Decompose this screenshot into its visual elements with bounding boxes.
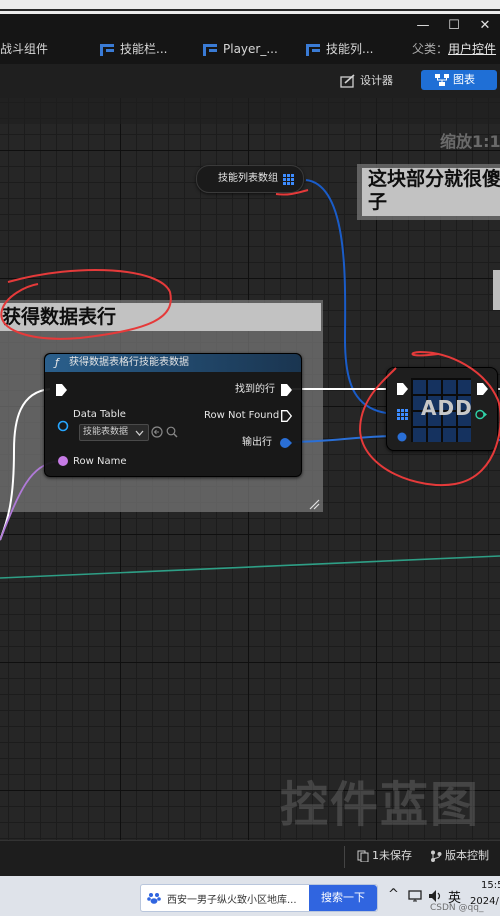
- search-news-text: 西安一男子纵火致小区地库...: [167, 895, 297, 906]
- speaker-icon[interactable]: [428, 889, 442, 903]
- red-annotation-underline: [275, 189, 309, 196]
- chevron-up-icon[interactable]: ^: [388, 887, 399, 902]
- csdn-watermark: CSDN @qq_: [430, 903, 484, 913]
- unsaved-button[interactable]: 1未保存: [357, 849, 412, 863]
- clock-time[interactable]: 15:5: [481, 880, 500, 891]
- source-control-icon: [431, 850, 442, 862]
- unsaved-files-icon: [357, 850, 369, 863]
- taskbar-search-box[interactable]: 西安一男子纵火致小区地库... 搜索一下: [140, 884, 378, 912]
- network-icon[interactable]: [408, 890, 422, 902]
- source-control-button[interactable]: 版本控制: [430, 849, 489, 863]
- search-submit-button[interactable]: 搜索一下: [309, 885, 377, 911]
- red-annotation-circle-left: [0, 268, 172, 340]
- source-control-label: 版本控制: [445, 849, 489, 862]
- annotation-layer: [0, 189, 500, 486]
- status-bar: [0, 840, 500, 877]
- paw-icon: [147, 893, 161, 904]
- unsaved-label: 1未保存: [372, 849, 412, 862]
- red-annotation-circle-add: [358, 350, 500, 486]
- status-divider: [344, 846, 345, 868]
